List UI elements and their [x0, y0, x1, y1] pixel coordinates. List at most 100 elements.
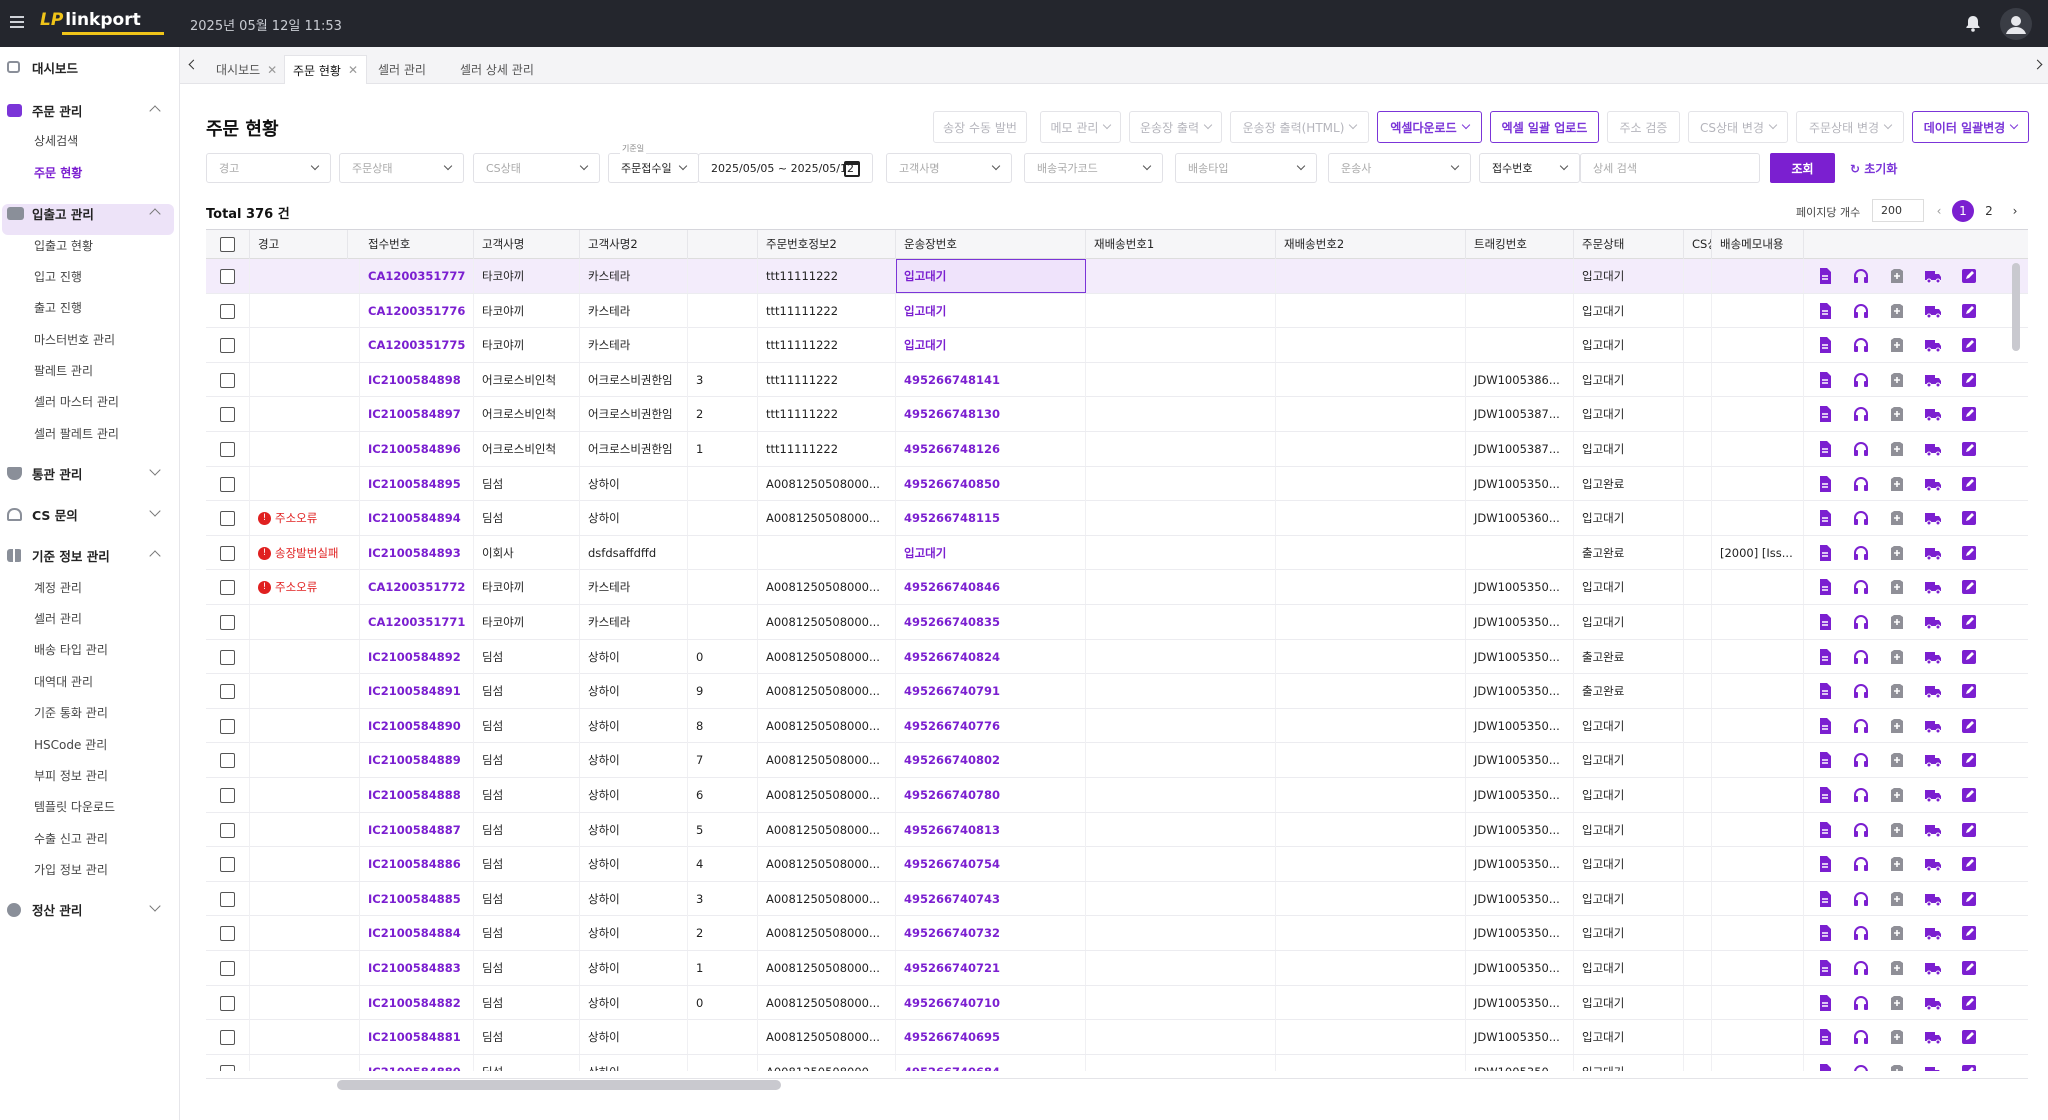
- table-row[interactable]: IC2100584897 어크로스비인척 어크로스비권한임 2 ttt11111222 4…: [206, 397, 2028, 432]
- row-checkbox[interactable]: [220, 338, 235, 354]
- document-icon[interactable]: [1816, 267, 1834, 285]
- truck-icon[interactable]: [1924, 682, 1942, 700]
- truck-icon[interactable]: [1924, 1063, 1942, 1071]
- table-row[interactable]: IC2100584892 딤섬 상하이 0 A0081250508000... 49526…: [206, 639, 2028, 675]
- row-checkbox[interactable]: [220, 545, 235, 561]
- table-row[interactable]: IC2100584895 딤섬 상하이 A0081250508000... 495266…: [206, 466, 2028, 502]
- box-icon[interactable]: [1888, 786, 1906, 804]
- table-row[interactable]: IC2100584880딤섬상하이 A0081250508000...495266…: [206, 1054, 2028, 1071]
- truck-icon[interactable]: [1924, 302, 1942, 320]
- edit-icon[interactable]: [1960, 717, 1978, 735]
- table-row[interactable]: IC2100584887 딤섬 상하이 5 A0081250508000... 49526…: [206, 812, 2028, 848]
- cell-no[interactable]: IC2100584898: [360, 362, 474, 397]
- bulk-data-change-button[interactable]: 데이터 일괄변경: [1912, 111, 2029, 143]
- row-checkbox[interactable]: [220, 684, 235, 700]
- document-icon[interactable]: [1816, 302, 1834, 320]
- manual-invoice-button[interactable]: 송장 수동 발번: [933, 111, 1027, 143]
- truck-icon[interactable]: [1924, 405, 1942, 423]
- cell-no[interactable]: IC2100584896: [360, 432, 474, 466]
- close-icon[interactable]: ✕: [348, 63, 358, 77]
- edit-icon[interactable]: [1960, 440, 1978, 458]
- headset-icon[interactable]: [1852, 821, 1870, 839]
- cell-wb[interactable]: 495266740835: [896, 605, 1086, 639]
- cell-wb[interactable]: 495266740710: [896, 985, 1086, 1020]
- sidebar-item-signup[interactable]: 가입 정보 관리: [34, 861, 108, 878]
- cell-no[interactable]: IC2100584886: [360, 847, 474, 882]
- vertical-scrollbar[interactable]: [2012, 263, 2020, 351]
- cell-wb[interactable]: 495266748115: [896, 501, 1086, 536]
- table-row[interactable]: IC2100584886 딤섬 상하이 4 A0081250508000... 49526…: [206, 847, 2028, 882]
- sidebar-item-order-status[interactable]: 주문 현황: [34, 164, 82, 181]
- table-row[interactable]: ! 송장발번실패 IC2100584893 이회사 dsfdsaffdffd 입고대기 출고…: [206, 535, 2028, 571]
- table-row[interactable]: IC2100584896 어크로스비인척 어크로스비권한임 1 ttt11111222 4…: [206, 432, 2028, 467]
- edit-icon[interactable]: [1960, 1028, 1978, 1046]
- select-all-checkbox[interactable]: [220, 237, 235, 252]
- sidebar-item-account[interactable]: 계정 관리: [34, 579, 82, 596]
- next-page-icon[interactable]: ›: [2004, 200, 2026, 222]
- document-icon[interactable]: [1816, 855, 1834, 873]
- cs-status-change-button[interactable]: CS상태 변경: [1688, 111, 1788, 143]
- box-icon[interactable]: [1888, 648, 1906, 666]
- document-icon[interactable]: [1816, 717, 1834, 735]
- cs-status-select[interactable]: CS상태: [473, 153, 600, 183]
- document-icon[interactable]: [1816, 1028, 1834, 1046]
- table-row[interactable]: ! 주소오류 CA1200351772 타코야끼 카스테라 A0081250508000.…: [206, 570, 2028, 605]
- row-checkbox[interactable]: [220, 891, 235, 907]
- document-icon[interactable]: [1816, 994, 1834, 1012]
- edit-icon[interactable]: [1960, 648, 1978, 666]
- headset-icon[interactable]: [1852, 544, 1870, 562]
- sidebar-section-settlement[interactable]: 정산 관리: [0, 895, 180, 923]
- headset-icon[interactable]: [1852, 959, 1870, 977]
- header-cs-status[interactable]: CS상: [1684, 230, 1712, 259]
- cell-wb[interactable]: 495266740732: [896, 916, 1086, 951]
- document-icon[interactable]: [1816, 336, 1834, 354]
- truck-icon[interactable]: [1924, 717, 1942, 735]
- row-checkbox[interactable]: [220, 857, 235, 873]
- headset-icon[interactable]: [1852, 509, 1870, 527]
- address-verify-button[interactable]: 주소 검증: [1607, 111, 1680, 143]
- row-checkbox[interactable]: [220, 303, 235, 319]
- cell-wb[interactable]: 495266740824: [896, 639, 1086, 674]
- sidebar-section-inout[interactable]: 입출고 관리: [0, 199, 180, 227]
- warning-select[interactable]: 경고: [206, 153, 331, 183]
- document-icon[interactable]: [1816, 613, 1834, 631]
- tab-seller-detail[interactable]: 셀러 상세 관리: [452, 55, 542, 84]
- cell-no[interactable]: CA1200351772: [360, 570, 474, 605]
- cell-no[interactable]: IC2100584888: [360, 778, 474, 812]
- headset-icon[interactable]: [1852, 1028, 1870, 1046]
- box-icon[interactable]: [1888, 440, 1906, 458]
- edit-icon[interactable]: [1960, 267, 1978, 285]
- row-checkbox[interactable]: [220, 615, 235, 630]
- memo-mgmt-button[interactable]: 메모 관리: [1040, 111, 1121, 143]
- page-1-button[interactable]: 1: [1952, 200, 1974, 222]
- document-icon[interactable]: [1816, 751, 1834, 769]
- header-hidden-col[interactable]: [688, 230, 758, 259]
- date-range-input[interactable]: 2025/05/05 ~ 2025/05/12: [698, 153, 873, 183]
- document-icon[interactable]: [1816, 648, 1834, 666]
- chevron-right-icon[interactable]: [2032, 59, 2043, 70]
- page-2-button[interactable]: 2: [1978, 200, 2000, 222]
- row-checkbox[interactable]: [220, 580, 235, 596]
- excel-download-button[interactable]: 엑셀다운로드: [1377, 111, 1482, 143]
- box-icon[interactable]: [1888, 821, 1906, 839]
- sidebar-item-bandwidth[interactable]: 대역대 관리: [34, 673, 93, 690]
- tab-order-status[interactable]: 주문 현황 ✕: [284, 55, 368, 84]
- headset-icon[interactable]: [1852, 613, 1870, 631]
- sidebar-item-inbound[interactable]: 입고 진행: [34, 268, 82, 285]
- cell-no[interactable]: IC2100584883: [360, 951, 474, 985]
- document-icon[interactable]: [1816, 371, 1834, 389]
- date-basis-select[interactable]: 주문접수일: [608, 153, 699, 183]
- table-row[interactable]: CA1200351775 타코야끼 카스테라 ttt11111222 입고대기 입고대기: [206, 328, 2028, 363]
- truck-icon[interactable]: [1924, 544, 1942, 562]
- box-icon[interactable]: [1888, 544, 1906, 562]
- edit-icon[interactable]: [1960, 924, 1978, 942]
- cell-no[interactable]: IC2100584884: [360, 916, 474, 951]
- table-row[interactable]: CA1200351777 타코야끼 카스테라 ttt11111222 입고대기 입고대기: [206, 259, 2028, 294]
- edit-icon[interactable]: [1960, 682, 1978, 700]
- box-icon[interactable]: [1888, 924, 1906, 942]
- truck-icon[interactable]: [1924, 994, 1942, 1012]
- headset-icon[interactable]: [1852, 302, 1870, 320]
- header-order-info2[interactable]: 주문번호정보2: [758, 230, 896, 259]
- table-row[interactable]: IC2100584898 어크로스비인척 어크로스비권한임 3 ttt11111222 4…: [206, 362, 2028, 398]
- box-icon[interactable]: [1888, 336, 1906, 354]
